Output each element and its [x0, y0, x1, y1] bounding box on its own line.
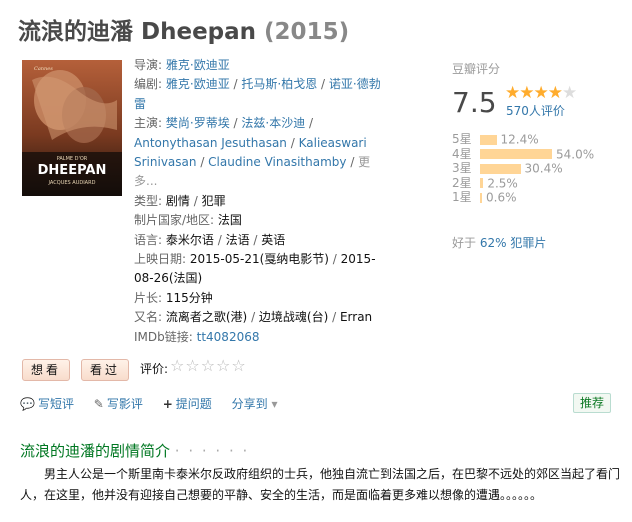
- write-review-link[interactable]: ✎ 写影评: [94, 397, 143, 411]
- cast-link[interactable]: Antonythasan Jesuthasan: [134, 136, 287, 150]
- poster-palme: PALME D'OR: [57, 156, 88, 162]
- aka-value: 边境战魂(台): [258, 310, 329, 325]
- poster-director: JACQUES AUDIARD: [48, 180, 96, 186]
- language-label: 语言:: [134, 232, 163, 247]
- poster-festival: Cannes: [34, 66, 53, 72]
- rating-bar-label: 1星: [452, 190, 472, 204]
- director-label: 导演:: [134, 58, 163, 72]
- short-review-label: 写短评: [37, 397, 74, 411]
- aka-label: 又名:: [134, 310, 163, 325]
- rating-bar-row: 5星 12.4%: [452, 130, 539, 147]
- writer-link[interactable]: 雅克·欧迪亚: [166, 77, 230, 91]
- country-row: 制片国家/地区: 法国: [134, 211, 386, 230]
- rating-bar-percent: 0.6%: [486, 190, 517, 205]
- rating-panel: 豆瓣评分 7.5 ★★★★★ 570人评价 5星 12.4% 4星 54.0% 3星 30…: [452, 60, 622, 250]
- rating-header: 豆瓣评分: [452, 62, 501, 76]
- runtime-value: 115分钟: [165, 290, 213, 305]
- movie-info: 导演: 雅克·欧迪亚 编剧: 雅克·欧迪亚 / 托马斯·柏戈恩 / 诺亚·德勃雷…: [134, 56, 386, 347]
- rate-label: 评价:: [140, 362, 169, 376]
- rating-bar-row: 4星 54.0%: [452, 145, 594, 162]
- chevron-down-icon: ▾: [271, 397, 278, 411]
- write-review-label: 写影评: [106, 397, 143, 411]
- cast-row: 主演: 樊尚·罗蒂埃 / 法兹·本沙迪 / Antonythasan Jesut…: [134, 116, 371, 189]
- aka-value: Erran: [339, 310, 373, 325]
- plus-icon: +: [162, 397, 173, 411]
- rate-stars-input[interactable]: ☆☆☆☆☆: [170, 356, 247, 375]
- genre-row: 类型: 剧情 / 犯罪: [134, 193, 226, 208]
- action-row: 💬 写短评 ✎ 写影评 + 提问题 分享到 ▾: [20, 395, 293, 412]
- ask-question-label: 提问题: [175, 397, 212, 411]
- rating-bar-percent: 30.4%: [524, 161, 563, 176]
- cast-link[interactable]: 法兹·本沙迪: [241, 116, 305, 130]
- summary-text: 男主人公是一个斯里南卡泰米尔反政府组织的士兵，他独自流亡到法国之后，在巴黎不远处…: [20, 467, 621, 502]
- genre-value: 剧情: [165, 193, 190, 208]
- rating-stars: ★★★★★: [505, 83, 577, 103]
- country-value: 法国: [217, 213, 242, 228]
- imdb-row: IMDb链接: tt4082068: [134, 328, 386, 347]
- want-to-watch-button[interactable]: 想看: [22, 359, 71, 381]
- votes-link[interactable]: 570人评价: [506, 102, 565, 119]
- star-icon: ★: [547, 83, 563, 103]
- rating-bar: [480, 163, 521, 174]
- release-label: 上映日期:: [134, 252, 187, 267]
- rating-bar-row: 1星 0.6%: [452, 188, 517, 205]
- rating-bar: [480, 192, 482, 203]
- poster-title: DHEEPAN: [38, 163, 107, 178]
- page-title: 流浪的迪潘 Dheepan (2015): [18, 12, 349, 46]
- ask-question-link[interactable]: + 提问题: [163, 397, 212, 411]
- speech-bubble-icon: 💬: [20, 397, 35, 411]
- imdb-link[interactable]: tt4082068: [197, 330, 260, 344]
- pencil-icon: ✎: [93, 397, 104, 411]
- star-icon: ★: [505, 83, 520, 103]
- summary-title: 流浪的迪潘的剧情简介: [20, 442, 171, 460]
- rating-bar: [480, 178, 484, 188]
- cast-link[interactable]: 樊尚·罗蒂埃: [166, 116, 230, 130]
- movie-poster[interactable]: PALME D'OR DHEEPAN JACQUES AUDIARD Canne…: [22, 60, 122, 196]
- country-label: 制片国家/地区:: [134, 213, 215, 228]
- language-value: 法语: [225, 232, 250, 247]
- rating-score: 7.5: [452, 86, 497, 119]
- cast-label: 主演:: [134, 116, 163, 131]
- better-than: 好于 62% 犯罪片: [452, 234, 546, 251]
- runtime-row: 片长: 115分钟: [134, 289, 386, 308]
- writer-row: 编剧: 雅克·欧迪亚 / 托马斯·柏戈恩 / 诺亚·德勃雷: [134, 77, 381, 111]
- writer-label: 编剧:: [134, 77, 163, 92]
- genre-value: 犯罪: [201, 193, 226, 208]
- rating-bar-row: 2星 2.5%: [452, 174, 518, 191]
- summary-heading: 流浪的迪潘的剧情简介 · · · · · ·: [20, 440, 249, 461]
- short-review-link[interactable]: 💬 写短评: [20, 397, 74, 411]
- share-label: 分享到: [231, 397, 268, 411]
- summary-dots: · · · · · ·: [174, 442, 250, 460]
- genre-label: 类型:: [134, 193, 163, 208]
- language-value: 泰米尔语: [165, 232, 214, 247]
- better-link[interactable]: 62% 犯罪片: [480, 236, 547, 250]
- aka-value: 流离者之歌(港): [165, 310, 248, 325]
- rating-bar: [480, 149, 552, 159]
- movie-title: 流浪的迪潘 Dheepan: [18, 19, 257, 45]
- share-dropdown[interactable]: 分享到 ▾: [232, 397, 278, 411]
- better-prefix: 好于: [452, 236, 477, 250]
- runtime-label: 片长:: [134, 290, 163, 305]
- release-date: 2015-05-21(戛纳电影节): [189, 252, 329, 267]
- star-icon: ★: [562, 83, 577, 103]
- writer-link[interactable]: 托马斯·柏戈恩: [241, 77, 317, 91]
- language-value: 英语: [261, 232, 286, 247]
- movie-year: (2015): [264, 19, 350, 45]
- imdb-label: IMDb链接:: [134, 329, 193, 344]
- star-icon: ★: [519, 83, 534, 103]
- release-row: 上映日期: 2015-05-21(戛纳电影节) / 2015-08-26(法国): [134, 252, 376, 286]
- director-link[interactable]: 雅克·欧迪亚: [166, 58, 230, 72]
- rating-bar-row: 3星 30.4%: [452, 159, 563, 176]
- language-row: 语言: 泰米尔语 / 法语 / 英语: [134, 232, 286, 247]
- poster-image: PALME D'OR DHEEPAN JACQUES AUDIARD Canne…: [22, 60, 122, 196]
- star-icon: ★: [533, 83, 549, 103]
- cast-link[interactable]: Claudine Vinasithamby: [208, 155, 346, 169]
- rating-bar: [480, 134, 497, 145]
- watched-button[interactable]: 看过: [81, 359, 130, 381]
- director-row: 导演: 雅克·欧迪亚: [134, 56, 386, 75]
- aka-row: 又名: 流离者之歌(港) / 边境战魂(台) / Erran: [134, 310, 373, 325]
- recommend-button[interactable]: 推荐: [573, 393, 612, 413]
